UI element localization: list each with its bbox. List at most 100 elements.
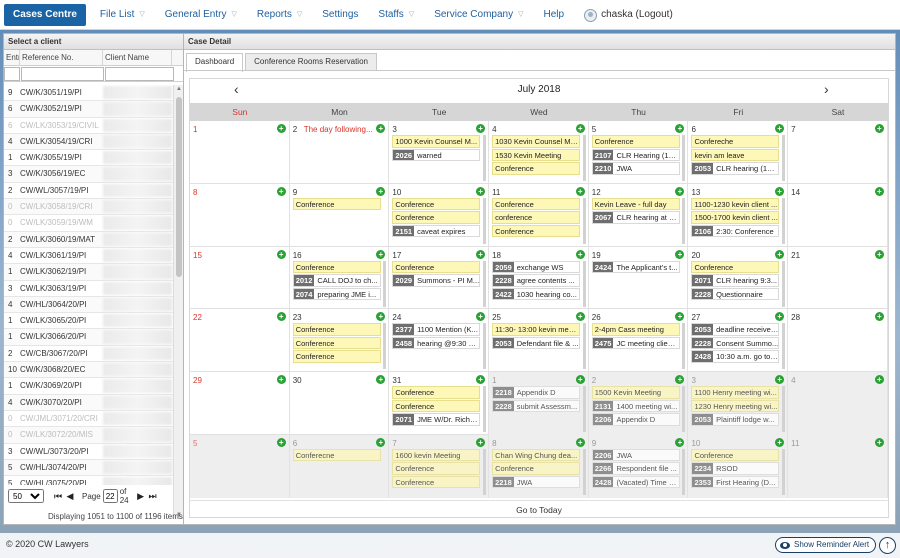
calendar-event[interactable]: 1230 Henry meeting wi... <box>691 399 780 413</box>
calendar-event[interactable]: 2234 RSOD <box>691 462 780 475</box>
add-event-icon[interactable]: + <box>376 375 386 385</box>
calendar-event[interactable]: 2210 JWA <box>591 162 680 175</box>
calendar-event[interactable]: 2026 warned <box>392 148 481 161</box>
calendar-day[interactable]: 27 +2053 deadline receive j... 2228 Consent … <box>688 309 789 373</box>
calendar-event[interactable]: Conference <box>492 197 581 211</box>
day-scrollbar[interactable] <box>582 260 586 307</box>
calendar-event[interactable]: 2428 10:30 a.m. go to ... <box>691 350 780 363</box>
add-event-icon[interactable]: + <box>276 186 286 196</box>
table-row[interactable]: 1 CW/LK/3065/20/PI <box>4 313 173 330</box>
day-scrollbar[interactable] <box>782 135 786 181</box>
calendar-event[interactable]: 2012 CALL DOJ to ch... <box>292 274 381 287</box>
calendar-day[interactable]: 21 + <box>788 246 888 310</box>
client-name-filter-input[interactable] <box>105 67 174 81</box>
calendar-event[interactable]: 2053 Plaintiff lodge w... <box>691 413 780 426</box>
entry-filter-input[interactable] <box>4 67 20 81</box>
day-scrollbar[interactable] <box>682 135 686 181</box>
client-grid-scrollbar[interactable]: ▲ ▼ <box>173 85 183 519</box>
calendar-event[interactable]: 2228 agree contents ... <box>492 274 581 287</box>
day-scrollbar[interactable] <box>582 323 586 370</box>
first-page-icon[interactable]: ⏮ <box>52 491 64 502</box>
calendar-event[interactable]: Conferecne <box>292 448 381 462</box>
calendar-event[interactable]: Conference <box>392 475 481 489</box>
calendar-day[interactable]: 9 +2206 JWA 2266 Respondent file ... 2428 (Vac… <box>588 434 689 498</box>
add-event-icon[interactable]: + <box>775 375 785 385</box>
nav-settings[interactable]: Settings <box>312 0 368 30</box>
add-event-icon[interactable]: + <box>675 312 685 322</box>
table-row[interactable]: 2 CW/CB/3067/20/PI <box>4 346 173 363</box>
add-event-icon[interactable]: + <box>376 249 386 259</box>
col-entry-header[interactable]: Entr <box>4 50 20 65</box>
add-event-icon[interactable]: + <box>276 124 286 133</box>
calendar-day[interactable]: 7 + <box>788 121 888 184</box>
table-row[interactable]: 10 CW/K/3068/20/EC <box>4 362 173 379</box>
calendar-event[interactable]: 2424 The Applicant's t... <box>591 260 680 274</box>
day-scrollbar[interactable] <box>483 386 487 433</box>
reference-filter-input[interactable] <box>21 67 104 81</box>
calendar-event[interactable]: 2353 First Hearing (D... <box>691 475 780 489</box>
calendar-event[interactable]: 2053 deadline receive j... <box>691 323 780 336</box>
calendar-event[interactable]: 2071 CLR hearing 9:3... <box>691 274 780 287</box>
calendar-day[interactable]: 8 + Chan Wing Chung dea... Conference 2218 JW… <box>489 434 589 498</box>
calendar-event[interactable]: 2053 Defendant file & ... <box>492 336 581 350</box>
table-row[interactable]: 4 CW/HL/3064/20/PI <box>4 296 173 314</box>
table-row[interactable]: 6 CW/LK/3053/19/CIVIL <box>4 118 173 134</box>
calendar-day[interactable]: 12 + Kevin Leave - full day 2067 CLR hearing… <box>589 183 689 247</box>
add-event-icon[interactable]: + <box>476 437 486 447</box>
scroll-up-icon[interactable]: ▲ <box>176 86 182 92</box>
scroll-to-top-icon[interactable]: ↑ <box>879 537 896 554</box>
nav-cases-centre[interactable]: Cases Centre <box>4 4 86 26</box>
day-scrollbar[interactable] <box>483 448 487 495</box>
table-row[interactable]: 0 CW/LK/3059/19/WM <box>4 215 173 232</box>
add-event-icon[interactable]: + <box>376 312 386 322</box>
calendar-day[interactable]: 11 + <box>788 434 888 498</box>
add-event-icon[interactable]: + <box>874 375 884 385</box>
tab-conference-rooms[interactable]: Conference Rooms Reservation <box>245 53 377 71</box>
calendar-event[interactable]: Conference <box>392 386 481 399</box>
user-logout-link[interactable]: chaska (Logout) <box>574 0 683 30</box>
add-event-icon[interactable]: + <box>376 437 386 447</box>
table-row[interactable]: 3 CW/WL/3073/20/PI <box>4 444 173 460</box>
calendar-event[interactable]: Conference <box>392 211 481 224</box>
calendar-day[interactable]: 6 + Conferecne <box>289 434 390 498</box>
calendar-event[interactable]: Conference <box>691 260 780 274</box>
table-row[interactable]: 9 CW/K/3051/19/PI <box>4 85 173 102</box>
calendar-event[interactable]: Chan Wing Chung dea... <box>492 448 581 462</box>
calendar-event[interactable]: Conference <box>492 224 581 238</box>
calendar-event[interactable]: 2422 1030 hearing co... <box>492 287 581 301</box>
add-event-icon[interactable]: + <box>675 375 685 385</box>
calendar-day[interactable]: 17 + Conference 2029 Summons - PI M... <box>389 246 490 310</box>
add-event-icon[interactable]: + <box>675 249 685 259</box>
calendar-day[interactable]: 3 +1100 Henry meeting wi... 1230 Henry mee… <box>688 372 789 435</box>
table-row[interactable]: 0 CW/JML/3071/20/CRI <box>4 411 173 428</box>
nav-reports[interactable]: Reports ▽ <box>247 0 312 30</box>
add-event-icon[interactable]: + <box>874 186 884 196</box>
calendar-event[interactable]: 2377 1100 Mention (K... <box>392 323 481 336</box>
calendar-event[interactable]: Conference <box>492 162 581 175</box>
calendar-day[interactable]: 26 +2-4pm Cass meeting 2475 JC meeting clie… <box>589 309 689 373</box>
day-scrollbar[interactable] <box>582 197 586 244</box>
nav-file-list[interactable]: File List ▽ <box>90 0 155 30</box>
show-reminder-alert-button[interactable]: Show Reminder Alert <box>775 537 877 553</box>
col-client-name-header[interactable]: Client Name <box>103 50 172 65</box>
col-reference-header[interactable]: Reference No. <box>20 50 103 65</box>
table-row[interactable]: 0 CW/LK/3072/20/MIS <box>4 427 173 444</box>
day-scrollbar[interactable] <box>383 260 387 307</box>
calendar-day[interactable]: 4 + <box>788 372 888 435</box>
calendar-event[interactable]: 2475 JC meeting client... <box>591 336 680 350</box>
calendar-event[interactable]: 2228 Questionnaire <box>691 287 780 301</box>
day-scrollbar[interactable] <box>483 260 487 307</box>
calendar-event[interactable]: 2218 JWA <box>492 475 581 489</box>
add-event-icon[interactable]: + <box>775 124 785 133</box>
add-event-icon[interactable]: + <box>675 124 685 133</box>
calendar-event[interactable]: 1100-1230 kevin client ... <box>691 197 780 211</box>
table-row[interactable]: 3 CW/LK/3063/19/PI <box>4 281 173 297</box>
day-scrollbar[interactable] <box>582 135 586 181</box>
day-scrollbar[interactable] <box>782 323 786 370</box>
calendar-event[interactable]: 1500 Kevin Meeting <box>591 386 680 399</box>
calendar-event[interactable]: 2458 hearing @9:30 K... <box>392 336 481 350</box>
calendar-day[interactable]: 16 + Conference 2012 CALL DOJ to ch... 2074 pr… <box>290 246 390 310</box>
add-event-icon[interactable]: + <box>276 375 286 385</box>
day-scrollbar[interactable] <box>682 448 686 495</box>
add-event-icon[interactable]: + <box>675 186 685 196</box>
